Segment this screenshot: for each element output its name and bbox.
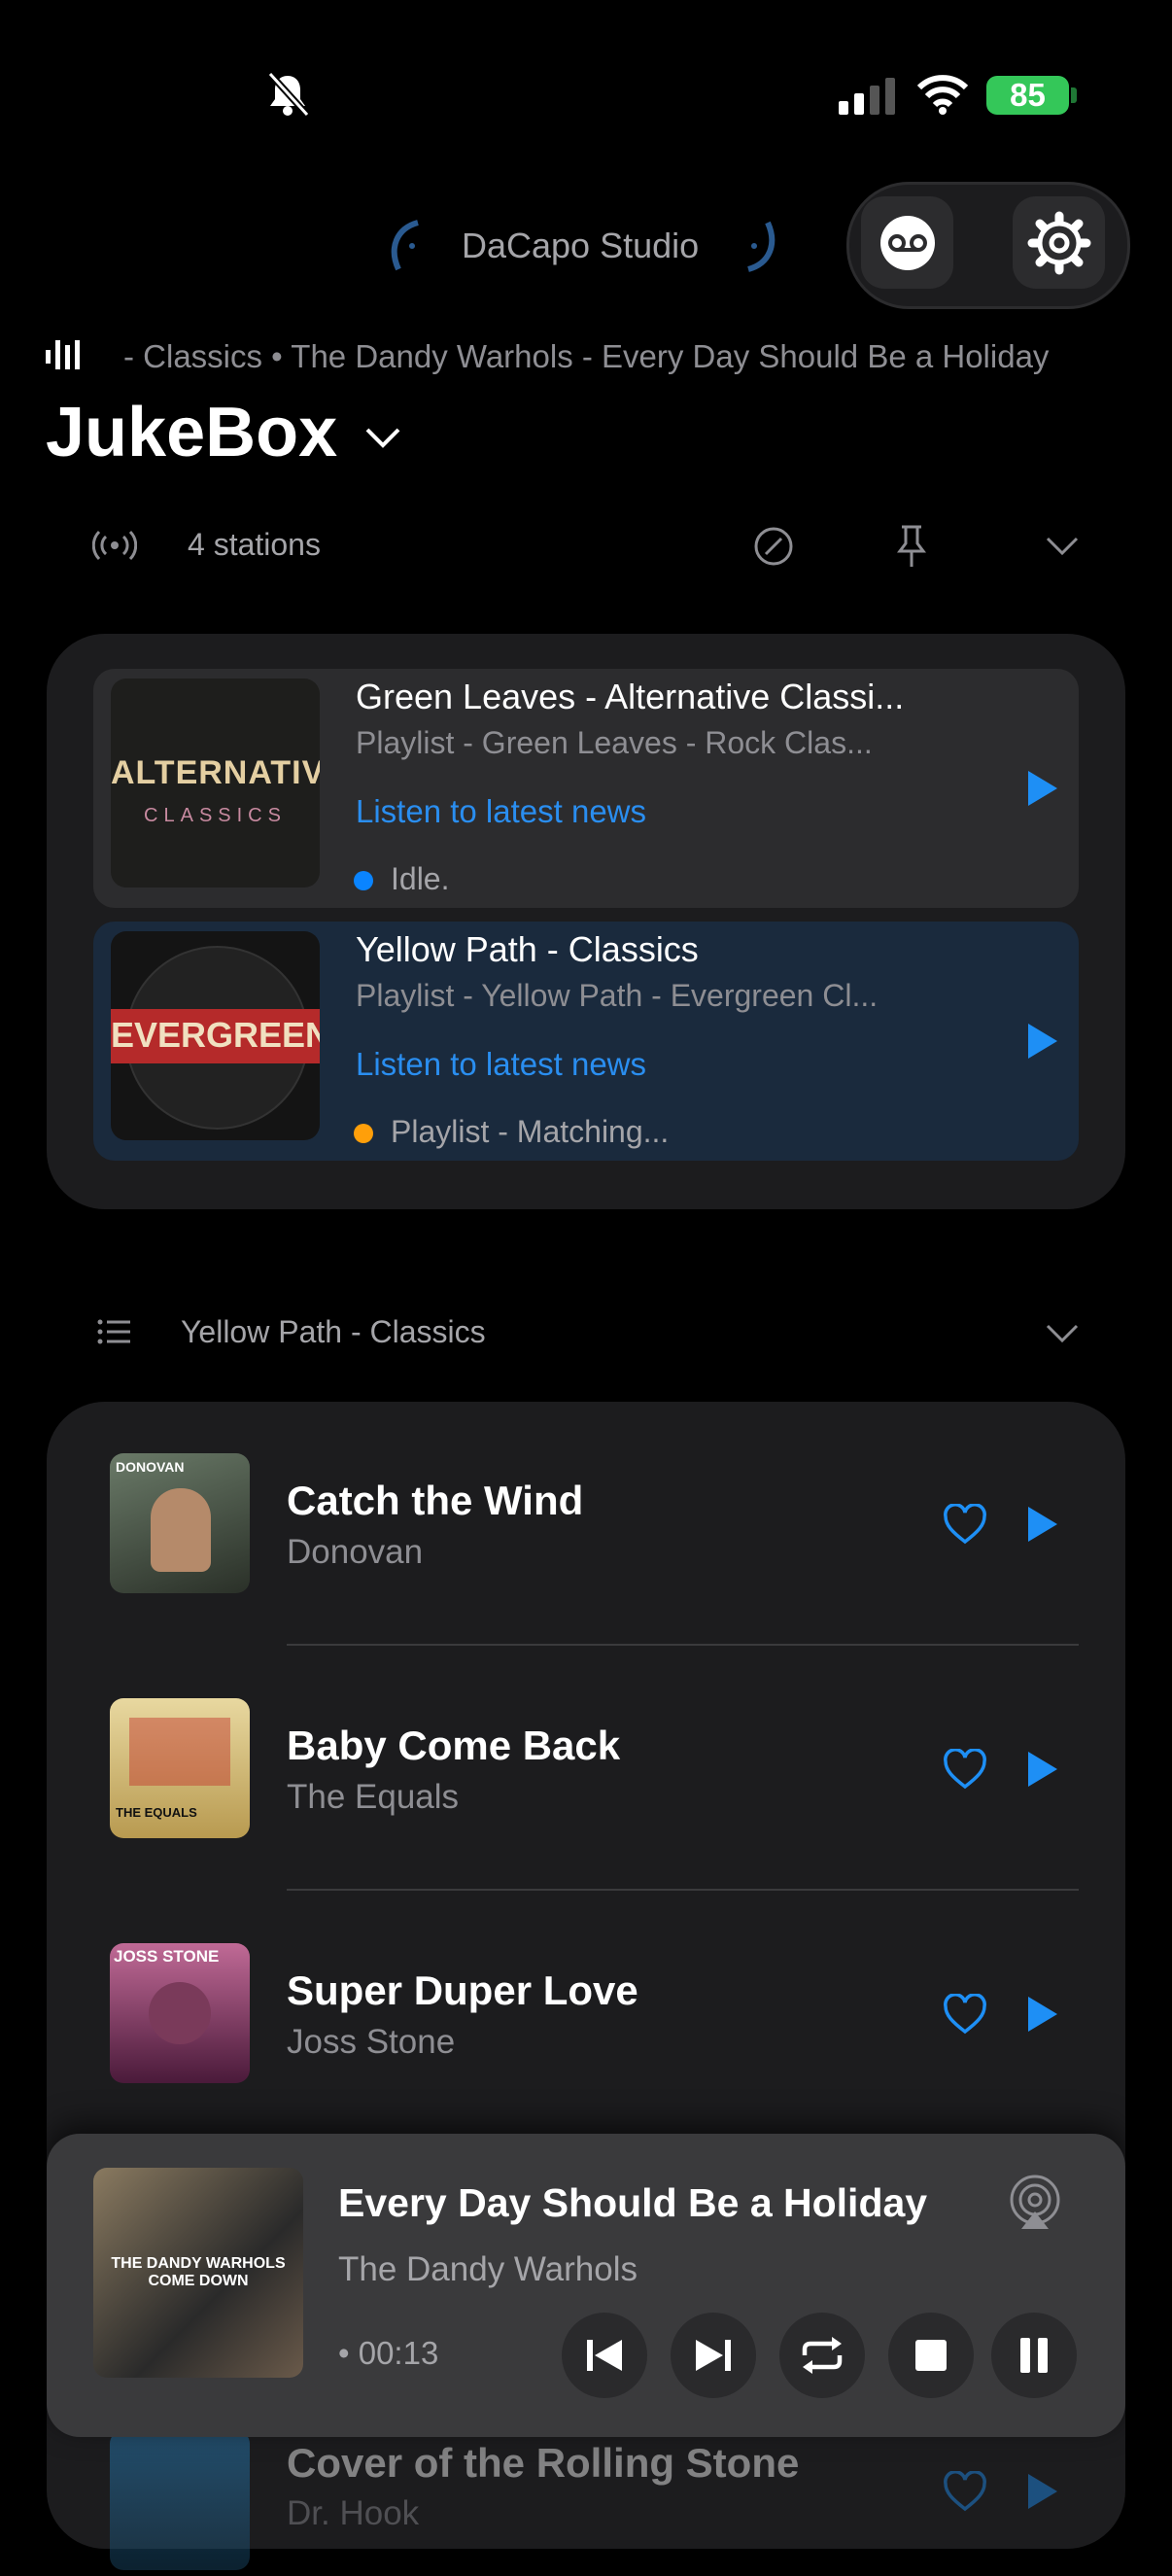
heart-icon[interactable] [943, 1749, 987, 1790]
chevron-down-icon[interactable] [1045, 1323, 1080, 1344]
stations-bar: 4 stations [87, 510, 1088, 578]
airplay-icon[interactable] [1007, 2175, 1063, 2231]
wifi-icon [917, 75, 968, 115]
stop-icon [915, 2340, 947, 2371]
studio-name: DaCapo Studio [462, 226, 700, 265]
station-subtitle: Playlist - Green Leaves - Rock Clas... [356, 725, 873, 760]
now-playing-ticker[interactable]: - Classics • The Dandy Warhols - Every D… [46, 331, 1115, 389]
player-artist: The Dandy Warhols [338, 2250, 638, 2288]
track-row[interactable]: THE EQUALS Baby Come Back The Equals [107, 1679, 1079, 1844]
station-artwork: EVERGREENS [111, 931, 320, 1140]
next-button[interactable] [671, 2313, 756, 2398]
mini-player[interactable]: THE DANDY WARHOLS COME DOWN Every Day Sh… [47, 2134, 1125, 2437]
playlist-name: Yellow Path - Classics [181, 1314, 486, 1349]
track-artist: The Equals [287, 1778, 460, 1816]
previous-icon [587, 2340, 622, 2371]
track-artwork [110, 2430, 250, 2570]
status-dot [354, 871, 373, 890]
battery-tip [1071, 87, 1077, 103]
track-title: Super Duper Love [287, 1967, 638, 2013]
play-icon[interactable] [1028, 1752, 1057, 1787]
heart-icon[interactable] [943, 1504, 987, 1545]
studio-header[interactable]: DaCapo Studio [369, 219, 826, 277]
player-artwork: THE DANDY WARHOLS COME DOWN [93, 2168, 303, 2378]
art-subtitle: CLASSICS [144, 805, 287, 826]
status-dot [354, 1124, 373, 1143]
playlist-bar: Yellow Path - Classics [87, 1298, 1088, 1366]
station-title: Green Leaves - Alternative Classi... [356, 677, 905, 716]
pin-icon[interactable] [896, 524, 927, 569]
equalizer-icon [46, 340, 80, 369]
ticker-text: - Classics • The Dandy Warhols - Every D… [123, 338, 1050, 374]
list-icon [97, 1319, 130, 1344]
track-title: Cover of the Rolling Stone [287, 2440, 800, 2486]
battery-charging-icon: 85 [986, 76, 1069, 115]
repeat-button[interactable] [779, 2313, 865, 2398]
art-title: ALTERNATIVE [111, 754, 320, 791]
player-time: • 00:13 [338, 2335, 439, 2371]
track-artwork: THE EQUALS [110, 1698, 250, 1838]
heart-icon[interactable] [943, 1994, 987, 2035]
laurel-left-icon [391, 220, 419, 271]
heart-icon[interactable] [943, 2471, 987, 2512]
settings-button[interactable] [1013, 196, 1105, 289]
player-title: Every Day Should Be a Holiday [338, 2180, 928, 2225]
play-icon[interactable] [1028, 1024, 1057, 1059]
page-title[interactable]: JukeBox [46, 389, 401, 476]
next-icon [696, 2340, 731, 2371]
track-artist: Joss Stone [287, 2023, 456, 2061]
station-item[interactable]: ALTERNATIVE CLASSICS Green Leaves - Alte… [93, 669, 1079, 908]
play-icon[interactable] [1028, 1507, 1057, 1542]
play-icon[interactable] [1028, 771, 1057, 806]
laurel-right-icon [747, 221, 776, 272]
latest-news-link[interactable]: Listen to latest news [356, 1046, 646, 1083]
pause-icon [1020, 2338, 1048, 2373]
track-title: Catch the Wind [287, 1478, 584, 1523]
station-subtitle: Playlist - Yellow Path - Evergreen Cl... [356, 978, 879, 1013]
station-title: Yellow Path - Classics [356, 929, 699, 969]
track-artwork: DONOVAN [110, 1453, 250, 1593]
track-artist: Donovan [287, 1533, 424, 1571]
track-artist: Dr. Hook [287, 2494, 420, 2532]
voicemail-icon [879, 215, 935, 270]
track-artwork: JOSS STONE [110, 1943, 250, 2083]
gear-icon [1027, 211, 1090, 274]
station-item-selected[interactable]: EVERGREENS Yellow Path - Classics Playli… [93, 922, 1079, 1161]
signal-icon [839, 78, 895, 115]
page-title-text: JukeBox [46, 394, 338, 471]
divider [287, 1644, 1079, 1646]
track-row[interactable]: JOSS STONE Super Duper Love Joss Stone [107, 1924, 1079, 2089]
play-icon[interactable] [1028, 1997, 1057, 2032]
art-title: EVERGREENS [111, 1015, 320, 1055]
disabled-icon[interactable] [753, 526, 794, 567]
repeat-icon [802, 2337, 843, 2374]
broadcast-icon [92, 530, 137, 561]
station-status: Playlist - Matching... [391, 1114, 670, 1149]
latest-news-link[interactable]: Listen to latest news [356, 793, 646, 830]
status-bar: 85 [0, 0, 1172, 175]
chevron-down-icon[interactable] [1045, 536, 1080, 557]
play-icon[interactable] [1028, 2474, 1057, 2509]
pause-button[interactable] [991, 2313, 1077, 2398]
divider [287, 1889, 1079, 1891]
voicemail-button[interactable] [861, 196, 953, 289]
station-artwork: ALTERNATIVE CLASSICS [111, 679, 320, 888]
station-status: Idle. [391, 861, 450, 896]
track-row[interactable]: DONOVAN Catch the Wind Donovan [107, 1434, 1079, 1599]
top-actions [846, 182, 1130, 309]
stop-button[interactable] [888, 2313, 974, 2398]
track-title: Baby Come Back [287, 1723, 621, 1768]
previous-button[interactable] [562, 2313, 647, 2398]
bell-slash-icon [267, 71, 310, 118]
chevron-down-icon [365, 428, 400, 448]
stations-count: 4 stations [188, 527, 321, 562]
